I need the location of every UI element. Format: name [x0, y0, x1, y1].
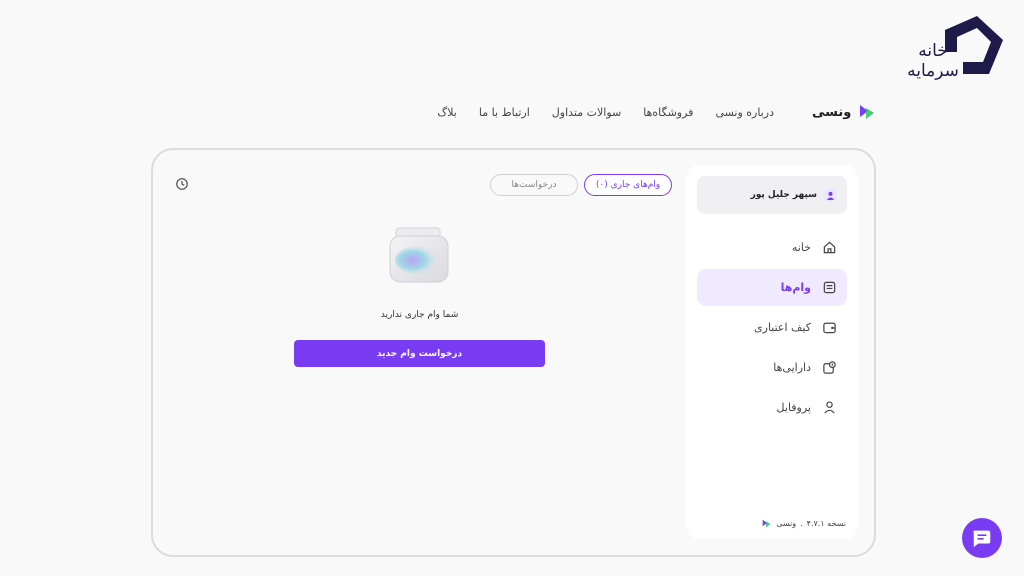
- sidebar-menu: خانه وام‌ها کیف اعتباری دارایی‌ها پروفای…: [697, 229, 847, 429]
- assets-icon: [821, 360, 837, 376]
- brand-name: ونسی: [812, 104, 852, 120]
- nav-blog[interactable]: بلاگ: [437, 106, 456, 119]
- loan-icon: [821, 280, 837, 296]
- nav-faq[interactable]: سوالات متداول: [552, 106, 621, 119]
- sidebar-item-label: دارایی‌ها: [773, 361, 811, 374]
- version-number: نسخه ۴.۷.۱: [806, 519, 846, 528]
- svg-text:خانه: خانه: [918, 41, 948, 61]
- chat-icon: [973, 530, 991, 548]
- brand-logo-icon: [762, 519, 771, 528]
- svg-text:سرمایه: سرمایه: [907, 61, 959, 81]
- brand[interactable]: ونسی: [812, 102, 877, 122]
- footer-brand: ونسی: [776, 519, 797, 528]
- user-name: سپهر جلیل پور: [750, 190, 817, 200]
- nav-links: درباره ونسی فروشگاه‌ها سوالات متداول ارت…: [437, 106, 774, 119]
- history-icon[interactable]: [175, 177, 189, 191]
- empty-wallet-illustration: [389, 227, 449, 283]
- nav-contact[interactable]: ارتباط با ما: [479, 106, 530, 119]
- sidebar-item-loans[interactable]: وام‌ها: [697, 269, 847, 306]
- chat-support-button[interactable]: [962, 518, 1002, 558]
- brand-logo-icon: [860, 105, 875, 119]
- sidebar-item-label: کیف اعتباری: [754, 321, 811, 334]
- tab-current-loans[interactable]: وام‌های جاری (۰): [584, 174, 672, 196]
- user-card[interactable]: سپهر جلیل پور: [697, 176, 847, 214]
- khaneh-sarmayeh-watermark-logo: خانه سرمایه: [907, 16, 1003, 81]
- nav-about[interactable]: درباره ونسی: [715, 106, 774, 119]
- sidebar-item-label: وام‌ها: [780, 281, 811, 294]
- loan-tabs: درخواست‌ها وام‌های جاری (۰): [490, 174, 672, 196]
- wallet-icon: [821, 320, 837, 336]
- sidebar-item-profile[interactable]: پروفایل: [697, 389, 847, 426]
- user-icon: [821, 400, 837, 416]
- user-avatar-icon: [823, 188, 837, 202]
- top-navigation: ونسی درباره ونسی فروشگاه‌ها سوالات متداو…: [0, 96, 1024, 132]
- sidebar-item-home[interactable]: خانه: [697, 229, 847, 266]
- sidebar: سپهر جلیل پور خانه وام‌ها کیف اعتباری دا…: [686, 165, 858, 539]
- empty-state-message: شما وام جاری ندارید: [380, 310, 459, 320]
- sidebar-item-assets[interactable]: دارایی‌ها: [697, 349, 847, 386]
- footer-separator: .: [800, 519, 803, 528]
- home-icon: [821, 240, 837, 256]
- sidebar-item-label: پروفایل: [776, 401, 811, 414]
- tab-requests[interactable]: درخواست‌ها: [490, 174, 578, 196]
- nav-stores[interactable]: فروشگاه‌ها: [643, 106, 693, 119]
- new-loan-request-button[interactable]: درخواست وام جدید: [294, 340, 545, 367]
- sidebar-item-credit-wallet[interactable]: کیف اعتباری: [697, 309, 847, 346]
- app-version: ونسی . نسخه ۴.۷.۱: [761, 518, 846, 529]
- sidebar-item-label: خانه: [791, 241, 811, 254]
